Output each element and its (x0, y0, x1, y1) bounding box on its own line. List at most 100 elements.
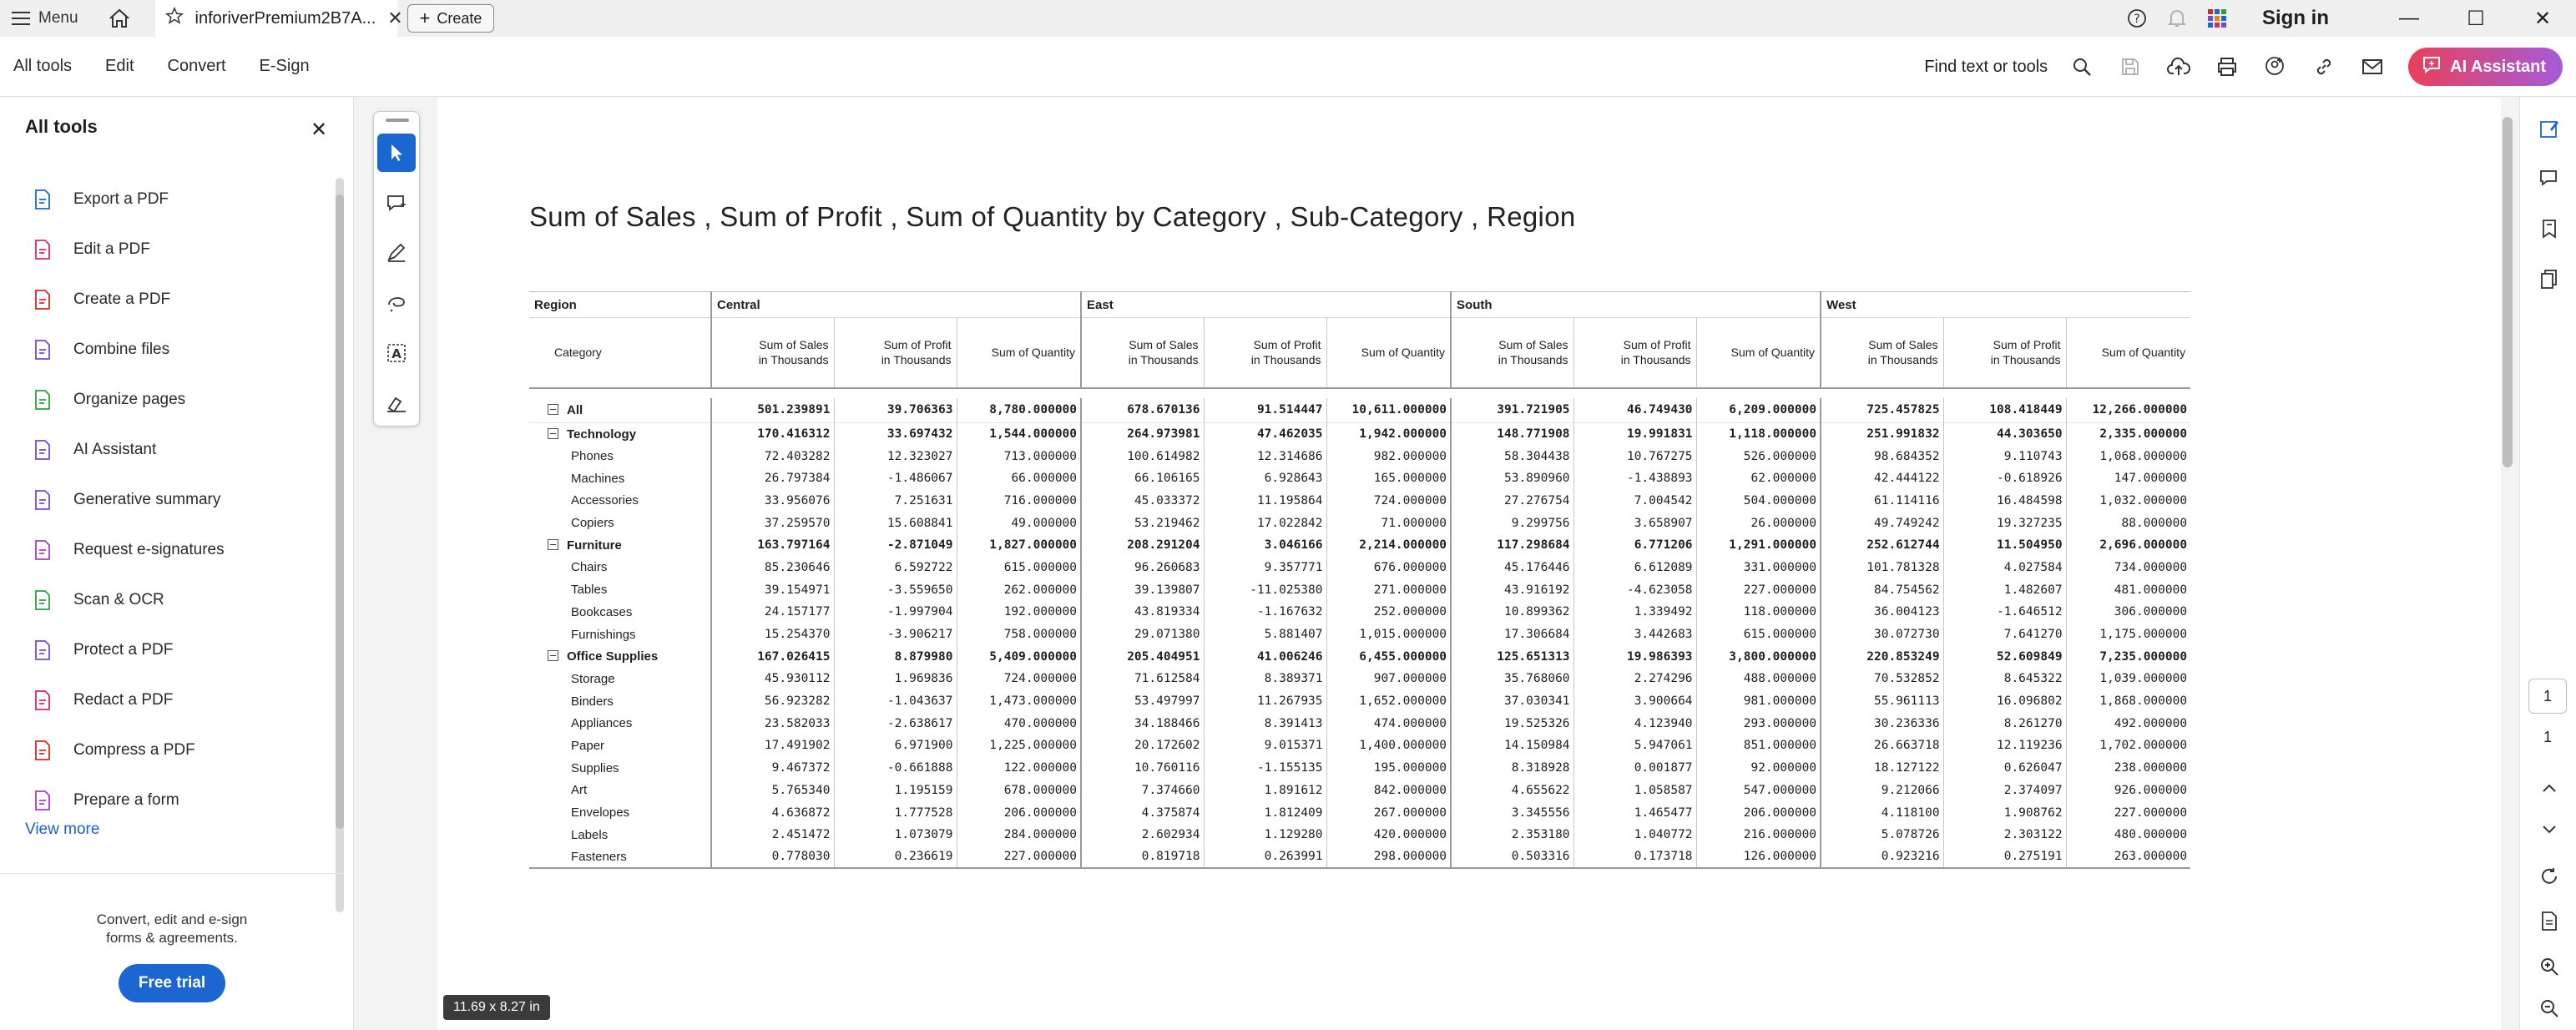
menu-button[interactable]: Menu (12, 9, 78, 28)
collapse-toggle-icon[interactable] (548, 403, 558, 415)
add-comment-icon[interactable] (377, 184, 416, 222)
home-icon[interactable] (107, 6, 132, 31)
panel-scrollbar-thumb[interactable] (336, 194, 344, 829)
zoom-in-icon[interactable] (2537, 954, 2562, 979)
row-label-text: Storage (571, 671, 615, 686)
ai-assistant-button[interactable]: AI Assistant (2408, 48, 2563, 86)
zoom-out-icon[interactable] (2537, 996, 2562, 1021)
edit-panel-icon[interactable] (2537, 116, 2562, 141)
row-label[interactable]: Office Supplies (529, 645, 711, 668)
share-user-icon[interactable] (2251, 48, 2300, 85)
table-cell: 615.000000 (956, 556, 1082, 579)
minimize-icon[interactable]: — (2376, 7, 2442, 30)
tool-item-redact-pdf[interactable]: Redact a PDF (30, 675, 331, 725)
drag-handle[interactable] (386, 119, 409, 122)
sign-in-button[interactable]: Sign in (2262, 7, 2329, 30)
help-icon[interactable]: ? (2125, 7, 2149, 30)
table-cell: 6.928643 (1203, 467, 1327, 490)
collapse-toggle-icon[interactable] (548, 538, 558, 550)
tool-item-prepare-form[interactable]: Prepare a form (30, 775, 331, 826)
tool-item-generative-summary[interactable]: Generative summary (30, 475, 331, 525)
tool-item-label: Scan & OCR (73, 591, 164, 608)
export-pdf-icon (30, 187, 55, 212)
search-icon[interactable] (2058, 48, 2106, 85)
pages-thumbnails-icon[interactable] (2537, 266, 2562, 291)
create-label: Create (437, 9, 482, 27)
table-cell: 27.276754 (1450, 489, 1574, 512)
table-cell: 3,800.000000 (1695, 645, 1821, 669)
tool-item-edit-pdf[interactable]: Edit a PDF (30, 225, 331, 275)
tool-item-request-esignatures[interactable]: Request e-signatures (30, 525, 331, 575)
tab-convert[interactable]: Convert (168, 57, 226, 76)
table-cell: 851.000000 (1695, 735, 1821, 757)
table-cell: 1,039.000000 (2065, 668, 2191, 690)
tool-item-protect-pdf[interactable]: Protect a PDF (30, 625, 331, 675)
table-cell: 2.374097 (1942, 779, 2067, 802)
star-icon[interactable] (164, 6, 184, 30)
row-label-text: Machines (571, 471, 625, 486)
tool-item-compress-pdf[interactable]: Compress a PDF (30, 725, 331, 775)
select-cursor-icon[interactable] (377, 134, 416, 172)
upload-cloud-icon[interactable] (2154, 48, 2203, 85)
measure-name: Sum of Sales (1129, 338, 1199, 352)
close-window-icon[interactable]: ✕ (2509, 7, 2576, 31)
collapse-toggle-icon[interactable] (548, 427, 558, 439)
current-page-input[interactable]: 1 (2528, 679, 2567, 714)
table-cell: 1.040772 (1573, 823, 1697, 846)
document-tab[interactable]: inforiverPremium2B7A... ✕ (154, 0, 403, 37)
tab-edit[interactable]: Edit (105, 57, 134, 76)
row-label[interactable]: All (529, 398, 711, 423)
row-label[interactable]: Technology (529, 422, 711, 446)
collapse-toggle-icon[interactable] (548, 650, 558, 662)
free-trial-button[interactable]: Free trial (119, 964, 225, 1002)
view-more-link[interactable]: View more (25, 820, 99, 839)
print-icon[interactable] (2203, 48, 2251, 85)
table-cell: 10.767275 (1573, 445, 1697, 467)
sign-tool-icon[interactable] (377, 384, 416, 422)
table-cell: 17.491902 (710, 735, 834, 757)
tab-all-tools[interactable]: All tools (13, 57, 72, 76)
tool-item-label: Combine files (73, 341, 170, 358)
tool-item-create-pdf[interactable]: Create a PDF (30, 275, 331, 325)
refresh-icon[interactable] (2537, 864, 2562, 889)
comments-panel-icon[interactable] (2537, 166, 2562, 191)
maximize-icon[interactable]: ☐ (2442, 7, 2509, 31)
table-cell: -4.623058 (1573, 578, 1697, 601)
table-cell: 9.015371 (1203, 735, 1327, 757)
apps-grid-icon[interactable] (2205, 7, 2229, 30)
promo-line-2: forms & agreements. (106, 930, 238, 946)
next-page-icon[interactable] (2537, 817, 2562, 842)
email-icon[interactable] (2348, 48, 2397, 85)
previous-page-icon[interactable] (2537, 775, 2562, 800)
tool-item-ai-assistant[interactable]: AI Assistant (30, 425, 331, 475)
close-panel-icon[interactable]: ✕ (311, 118, 327, 142)
table-cell: 8,780.000000 (956, 397, 1082, 423)
table-row: Paper 17.491902 6.971900 1,225.000000 20.172… (529, 735, 2191, 757)
tool-item-scan-ocr[interactable]: Scan & OCR (30, 575, 331, 625)
tool-item-combine-files[interactable]: Combine files (30, 325, 331, 375)
table-cell: 1.777528 (833, 801, 957, 824)
find-text-or-tools[interactable]: Find text or tools (1924, 58, 2048, 77)
link-icon[interactable] (2300, 48, 2348, 85)
freehand-draw-icon[interactable] (377, 284, 416, 322)
highlight-pen-icon[interactable] (377, 234, 416, 272)
table-cell: 227.000000 (1695, 578, 1821, 601)
measure-unit: in Thousands (881, 353, 952, 367)
document-scrollbar[interactable] (2503, 117, 2513, 467)
table-cell: 47.462035 (1203, 422, 1327, 446)
text-box-icon[interactable]: A (377, 334, 416, 372)
save-icon[interactable] (2106, 48, 2154, 85)
row-label: Phones (529, 445, 711, 467)
notification-bell-icon[interactable] (2165, 7, 2189, 30)
table-cell: 1,225.000000 (956, 735, 1082, 757)
row-label[interactable]: Furniture (529, 534, 711, 557)
tab-esign[interactable]: E-Sign (260, 57, 310, 76)
tool-item-organize-pages[interactable]: Organize pages (30, 375, 331, 425)
page-view-icon[interactable] (2537, 909, 2562, 934)
table-cell: 2.602934 (1080, 823, 1205, 846)
create-button[interactable]: + Create (407, 4, 495, 33)
tool-item-export-pdf[interactable]: Export a PDF (30, 174, 331, 225)
bookmarks-icon[interactable] (2537, 216, 2562, 241)
close-tab-icon[interactable]: ✕ (387, 8, 402, 29)
table-cell: 9.357771 (1203, 556, 1327, 579)
